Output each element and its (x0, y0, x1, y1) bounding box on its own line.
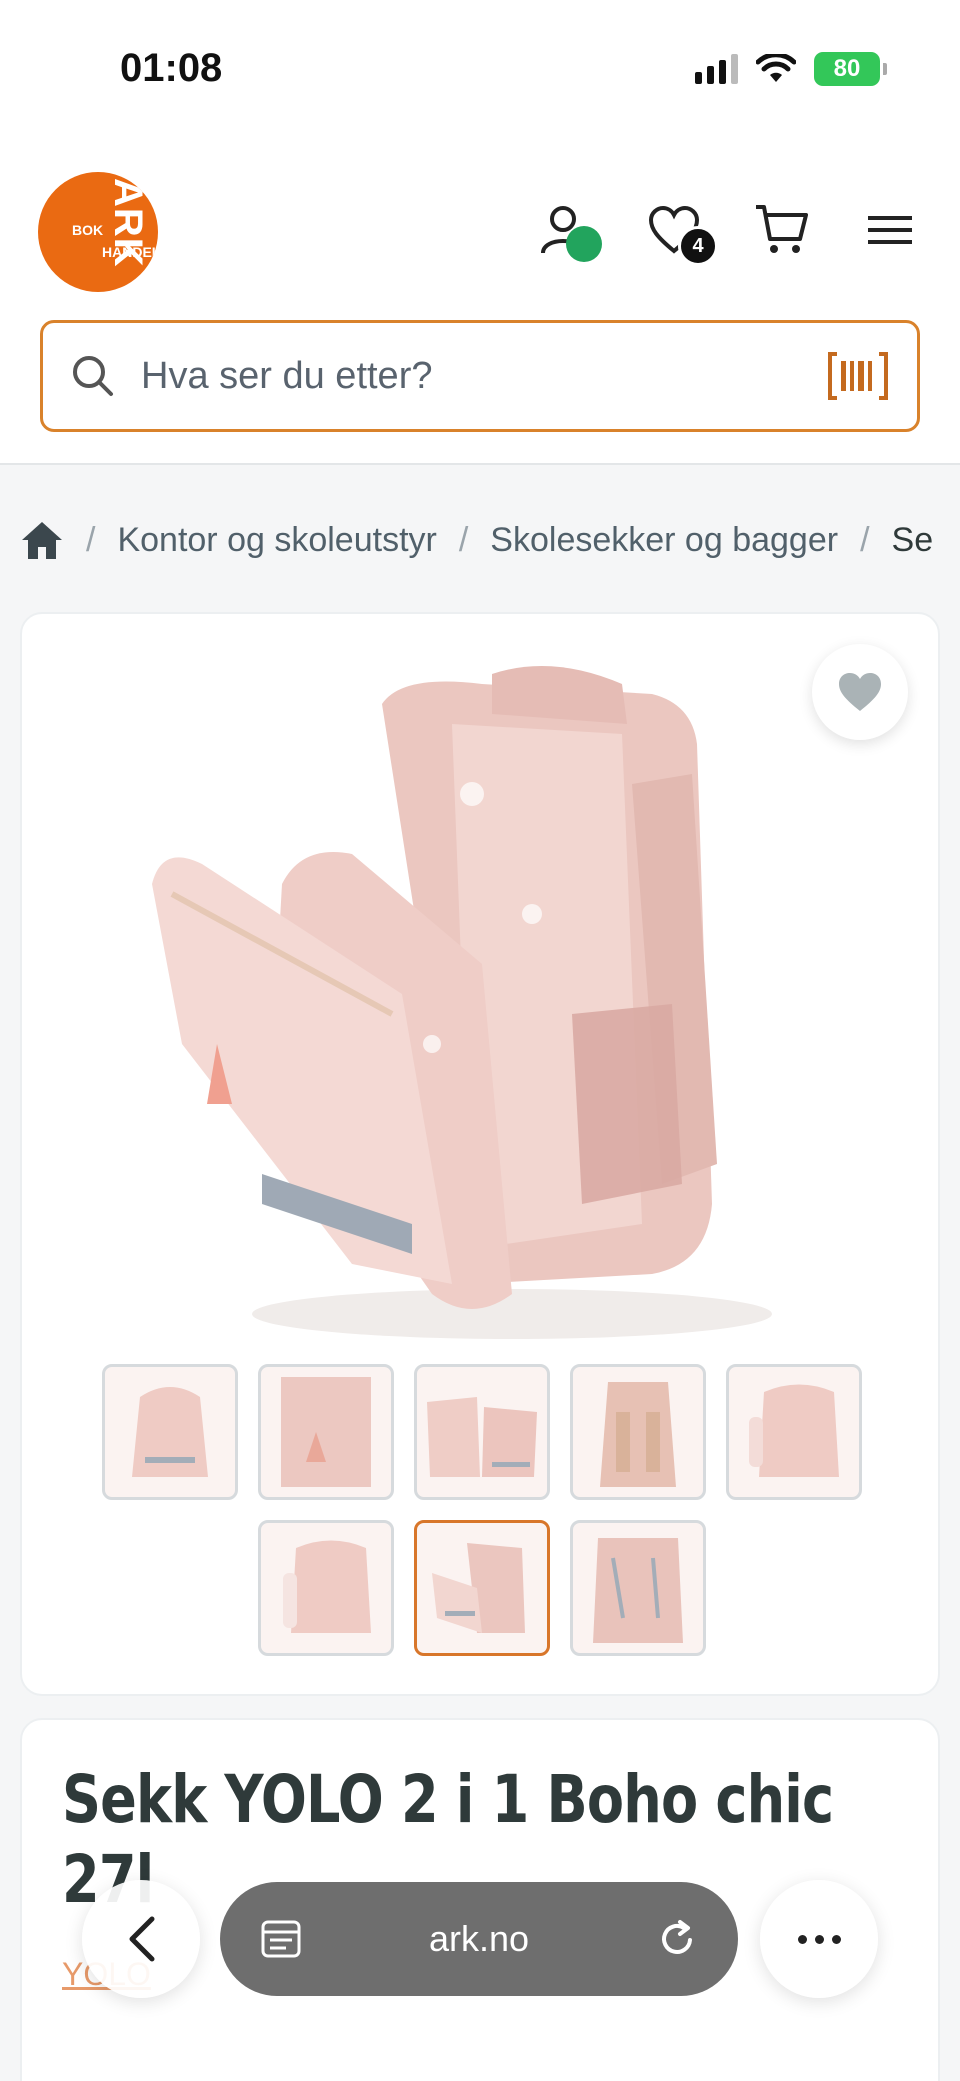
thumbnail[interactable] (570, 1520, 706, 1656)
browser-more-button[interactable] (760, 1880, 878, 1998)
logo-subtext: BOK (72, 222, 104, 238)
account-button[interactable] (536, 200, 602, 262)
breadcrumb-separator: / (860, 520, 870, 559)
breadcrumb-item-office-school[interactable]: Kontor og skoleutstyr (117, 521, 436, 560)
cellular-signal-icon (695, 54, 738, 84)
backpack-thumbnail-image (593, 1538, 683, 1643)
battery-level: 80 (833, 55, 861, 82)
thumbnail[interactable] (102, 1364, 238, 1500)
breadcrumb: / Kontor og skoleutstyr / Skolesekker og… (20, 510, 933, 570)
backpack-thumbnail-image (432, 1543, 525, 1633)
header-actions: 4 (536, 200, 920, 266)
thumbnail[interactable] (726, 1364, 862, 1500)
backpack-thumbnail-image (132, 1387, 208, 1477)
reader-mode-icon[interactable] (260, 1918, 302, 1960)
reload-icon[interactable] (656, 1918, 698, 1960)
browser-back-button[interactable] (82, 1880, 200, 1998)
search-bar (40, 320, 920, 432)
breadcrumb-item-school-bags[interactable]: Skolesekker og bagger (490, 521, 838, 560)
hamburger-menu-icon (868, 216, 912, 244)
breadcrumb-separator: / (458, 520, 469, 559)
breadcrumb-separator: / (86, 520, 96, 559)
online-status-dot (566, 226, 602, 262)
product-main-image[interactable] (152, 664, 812, 1354)
breadcrumb-item-current: Se (891, 520, 934, 559)
wishlist-button[interactable]: 4 (644, 200, 718, 266)
backpack-thumbnail-image (749, 1384, 839, 1477)
status-bar: 01:08 80 (0, 0, 960, 140)
wishlist-count-badge: 4 (678, 226, 718, 266)
wifi-icon (756, 54, 796, 82)
backpack-thumbnail-image (427, 1397, 537, 1477)
thumbnail[interactable] (258, 1364, 394, 1500)
logo-subtext-2: HANDEL (102, 244, 158, 260)
home-icon[interactable] (20, 519, 64, 561)
barcode-scanner-icon[interactable] (827, 351, 889, 401)
backpack-thumbnail-image (283, 1540, 371, 1633)
cart-icon (756, 205, 808, 253)
product-gallery (20, 612, 940, 1696)
status-time: 01:08 (120, 46, 223, 90)
search-icon (73, 356, 113, 396)
cart-button[interactable] (752, 200, 812, 260)
ark-logo[interactable]: ARK BOK HANDEL (38, 172, 158, 292)
status-icons: 80 (695, 52, 887, 86)
backpack-thumbnail-image (600, 1382, 676, 1487)
thumbnail-list (22, 1364, 942, 1676)
search-input[interactable] (141, 354, 827, 398)
thumbnail[interactable] (414, 1364, 550, 1500)
thumbnail-active[interactable] (414, 1520, 550, 1656)
browser-url-bar[interactable]: ark.no (220, 1882, 738, 1996)
backpack-thumbnail-image (281, 1377, 371, 1487)
chevron-left-icon (129, 1916, 155, 1962)
add-to-wishlist-button[interactable] (812, 644, 908, 740)
heart-icon (839, 673, 881, 711)
thumbnail[interactable] (570, 1364, 706, 1500)
page: 01:08 80 ARK BOK HANDEL 4 Hva ser du ett… (0, 0, 960, 2081)
site-header: ARK BOK HANDEL 4 (0, 140, 960, 465)
more-dot (797, 1934, 807, 1944)
more-dot (831, 1934, 841, 1944)
thumbnail[interactable] (258, 1520, 394, 1656)
url-text: ark.no (428, 1918, 530, 1959)
more-dot (814, 1934, 824, 1944)
battery-icon: 80 (814, 52, 887, 86)
menu-button[interactable] (860, 200, 920, 260)
